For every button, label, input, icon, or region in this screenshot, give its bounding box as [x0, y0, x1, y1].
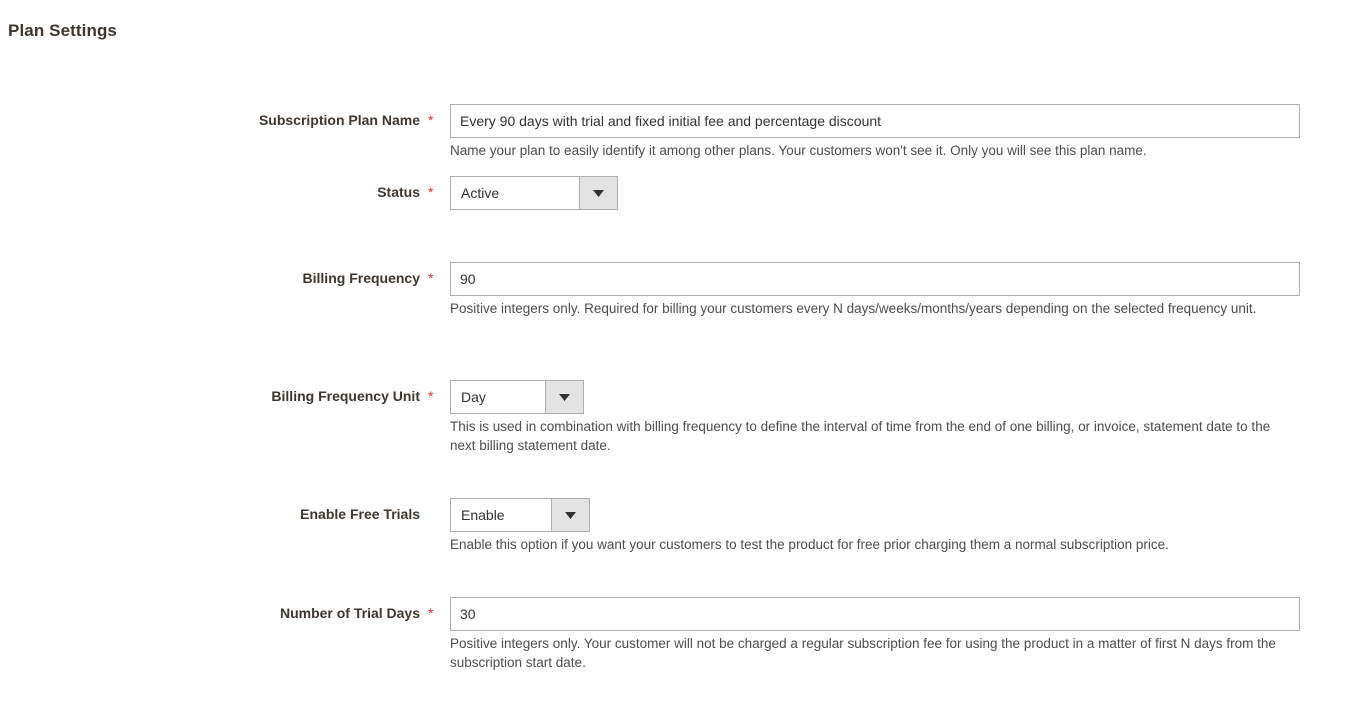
field-row-status: Status * Active: [0, 176, 1359, 262]
field-row-subscription-plan-name: Subscription Plan Name * Name your plan …: [0, 104, 1359, 176]
field-row-billing-frequency: Billing Frequency * Positive integers on…: [0, 262, 1359, 380]
control-subscription-plan-name: [450, 104, 1300, 138]
note-billing-frequency: Positive integers only. Required for bil…: [450, 301, 1257, 316]
chevron-down-icon: [551, 499, 589, 531]
number-of-trial-days-input[interactable]: [450, 597, 1300, 631]
required-marker-subscription-plan-name: *: [428, 112, 434, 128]
status-select-value: Active: [451, 177, 579, 209]
billing-frequency-unit-select[interactable]: Day: [450, 380, 584, 414]
control-status: Active: [450, 176, 618, 210]
chevron-down-icon: [579, 177, 617, 209]
note-billing-frequency-unit: This is used in combination with billing…: [450, 419, 1271, 453]
control-billing-frequency-unit: Day: [450, 380, 584, 414]
page-title: Plan Settings: [8, 21, 117, 40]
required-marker-billing-frequency-unit: *: [428, 388, 434, 404]
control-number-of-trial-days: [450, 597, 1300, 631]
billing-frequency-unit-select-value: Day: [451, 381, 545, 413]
billing-frequency-input[interactable]: [450, 262, 1300, 296]
field-row-billing-frequency-unit: Billing Frequency Unit * Day This is use…: [0, 380, 1359, 498]
required-marker-status: *: [428, 184, 434, 200]
plan-settings-form: Subscription Plan Name * Name your plan …: [0, 104, 1359, 697]
enable-free-trials-select[interactable]: Enable: [450, 498, 590, 532]
enable-free-trials-select-value: Enable: [451, 499, 551, 531]
note-subscription-plan-name: Name your plan to easily identify it amo…: [450, 143, 1147, 158]
label-billing-frequency: Billing Frequency: [302, 270, 420, 286]
required-marker-number-of-trial-days: *: [428, 605, 434, 621]
field-row-enable-free-trials: Enable Free Trials Enable Enable this op…: [0, 498, 1359, 597]
status-select[interactable]: Active: [450, 176, 618, 210]
label-status: Status: [377, 184, 420, 200]
label-enable-free-trials: Enable Free Trials: [300, 506, 420, 522]
field-row-number-of-trial-days: Number of Trial Days * Positive integers…: [0, 597, 1359, 697]
required-marker-billing-frequency: *: [428, 270, 434, 286]
note-number-of-trial-days: Positive integers only. Your customer wi…: [450, 636, 1276, 670]
control-enable-free-trials: Enable: [450, 498, 590, 532]
chevron-down-icon: [545, 381, 583, 413]
note-enable-free-trials: Enable this option if you want your cust…: [450, 537, 1169, 552]
control-billing-frequency: [450, 262, 1300, 296]
label-billing-frequency-unit: Billing Frequency Unit: [271, 388, 420, 404]
subscription-plan-name-input[interactable]: [450, 104, 1300, 138]
label-subscription-plan-name: Subscription Plan Name: [258, 112, 420, 128]
label-number-of-trial-days: Number of Trial Days: [279, 605, 420, 621]
